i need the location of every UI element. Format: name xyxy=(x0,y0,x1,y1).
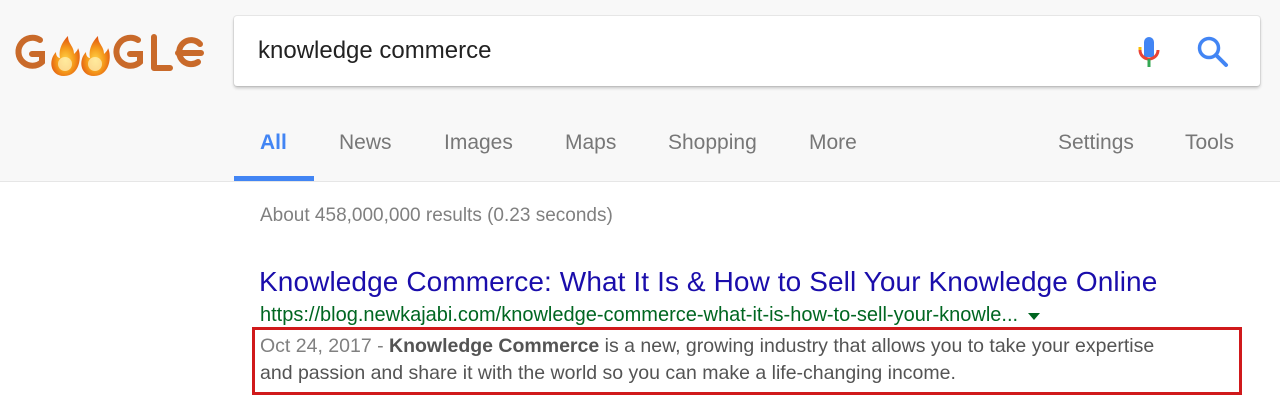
tab-more[interactable]: More xyxy=(809,131,857,155)
tab-images[interactable]: Images xyxy=(444,131,513,155)
search-icon[interactable] xyxy=(1196,35,1230,69)
result-snippet: Oct 24, 2017 - Knowledge Commerce is a n… xyxy=(260,333,1240,387)
active-tab-indicator xyxy=(234,176,314,181)
tab-tools[interactable]: Tools xyxy=(1185,131,1234,155)
snippet-bold-term: Knowledge Commerce xyxy=(389,335,600,357)
url-dropdown-caret-icon[interactable] xyxy=(1028,313,1041,321)
tab-settings[interactable]: Settings xyxy=(1058,131,1134,155)
logo[interactable] xyxy=(8,22,208,84)
tab-all[interactable]: All xyxy=(260,131,287,155)
tab-news[interactable]: News xyxy=(339,131,392,155)
search-input[interactable] xyxy=(258,32,1118,70)
microphone-icon[interactable] xyxy=(1136,35,1162,71)
snippet-text-2: and passion and share it with the world … xyxy=(260,362,956,384)
result-title-link[interactable]: Knowledge Commerce: What It Is & How to … xyxy=(259,266,1157,298)
result-stats: About 458,000,000 results (0.23 seconds) xyxy=(260,205,613,226)
result-date: Oct 24, 2017 - xyxy=(260,335,389,357)
search-box[interactable] xyxy=(234,16,1260,86)
result-url[interactable]: https://blog.newkajabi.com/knowledge-com… xyxy=(260,304,1018,326)
tab-maps[interactable]: Maps xyxy=(565,131,616,155)
flame-logo-icon xyxy=(15,34,204,76)
snippet-text-1: is a new, growing industry that allows y… xyxy=(599,335,1155,357)
tab-shopping[interactable]: Shopping xyxy=(668,131,757,155)
